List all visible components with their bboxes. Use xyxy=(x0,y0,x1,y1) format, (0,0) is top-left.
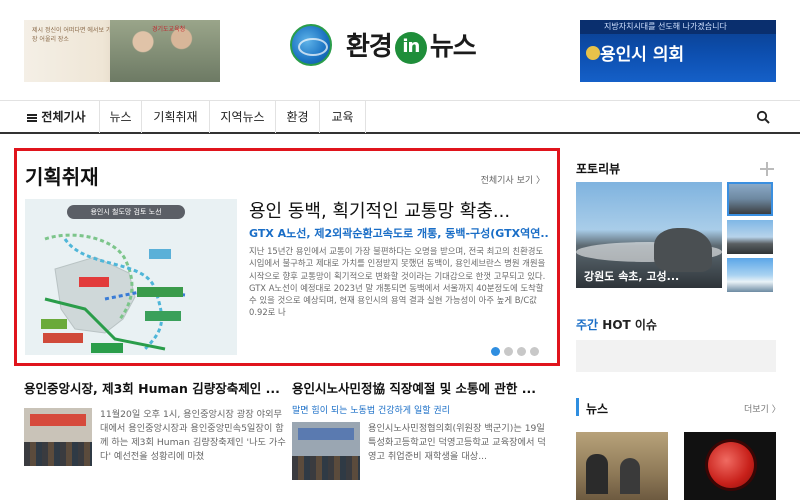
photo-thumbnail[interactable] xyxy=(727,182,773,216)
hot-label: HOT 이슈 xyxy=(602,318,657,332)
carousel-dot[interactable] xyxy=(491,347,500,356)
featured-body: 지난 15년간 용인에서 교통이 가장 불편하다는 오명을 받으며, 전국 최고… xyxy=(249,246,546,318)
news-accent-bar xyxy=(576,398,579,416)
rock-shape xyxy=(654,228,712,272)
person-shape xyxy=(620,458,640,494)
weekly-hot-title: 주간 HOT 이슈 xyxy=(576,316,657,333)
carousel-dot[interactable] xyxy=(517,347,526,356)
site-header: 제시 정신이 어떠다면 에서보 가장 어울리 장소 경기도교육청 환경 in 뉴스 … xyxy=(0,0,800,100)
logo-text: 환경 in 뉴스 xyxy=(346,26,477,64)
carousel-dots xyxy=(491,341,543,360)
nav-item-environment[interactable]: 환경 xyxy=(276,101,320,133)
left-ad-banner[interactable]: 제시 정신이 어떠다면 에서보 가장 어울리 장소 경기도교육청 xyxy=(24,20,220,82)
featured-subtitle[interactable]: GTX A노선, 제2외곽순환고속도로 개통, 동백-구성(GTX역연... xyxy=(249,225,549,241)
photo-review-title: 포토리뷰 xyxy=(576,162,621,176)
person-shape xyxy=(586,454,608,494)
audience-photo xyxy=(292,456,360,480)
hot-prefix: 주간 xyxy=(576,318,599,332)
search-icon[interactable] xyxy=(756,110,770,124)
nav-all-label: 전체기사 xyxy=(41,110,86,124)
article-headline[interactable]: 용인시노사민정協 직장예절 및 소통에 관한 ... xyxy=(292,378,556,397)
main-nav: 전체기사 뉴스 기획취재 지역뉴스 환경 교육 xyxy=(0,100,800,134)
carousel-dot[interactable] xyxy=(530,347,539,356)
nav-item-news[interactable]: 뉴스 xyxy=(100,101,142,133)
carousel-dot[interactable] xyxy=(504,347,513,356)
plus-icon[interactable] xyxy=(760,162,774,176)
news-thumbnail[interactable] xyxy=(576,432,668,500)
right-banner-main-text: 용인시 의회 xyxy=(600,45,685,65)
article-snippet: 11월20일 오후 1시, 용인중앙시장 광장 야외무대에서 용인중앙시장과 용… xyxy=(100,409,286,462)
article-snippet: 용인시노사민정협의회(위원장 백군기)는 19일 특성화고등학교인 덕영고등학교… xyxy=(368,423,546,462)
left-banner-brand: 경기도교육청 xyxy=(152,26,186,33)
article-headline[interactable]: 용인중앙시장, 제3회 Human 김량장축제인 ... xyxy=(24,378,288,397)
city-seal-icon xyxy=(586,46,600,60)
crowd-photo xyxy=(24,442,92,466)
logo-in-badge: in xyxy=(394,32,427,64)
photo-thumbnail[interactable] xyxy=(727,258,773,292)
event-banner xyxy=(30,414,86,426)
hamburger-icon xyxy=(27,114,38,122)
nav-item-education[interactable]: 교육 xyxy=(320,101,366,133)
nav-item-feature[interactable]: 기획취재 xyxy=(142,101,210,133)
photo-caption: 강원도 속초, 고성... xyxy=(584,270,680,283)
globe-icon xyxy=(290,24,332,66)
view-all-link[interactable]: 전체기사 보기 〉 xyxy=(481,173,545,186)
seminar-banner xyxy=(298,428,354,440)
virus-icon xyxy=(708,442,754,488)
railway-map-image[interactable]: 용인시 철도망 검토 노선 xyxy=(25,199,237,355)
logo-part1: 환경 xyxy=(346,32,393,62)
page: 제시 정신이 어떠다면 에서보 가장 어울리 장소 경기도교육청 환경 in 뉴스 … xyxy=(0,0,800,500)
article-card[interactable]: 용인중앙시장, 제3회 Human 김량장축제인 ... 11월20일 오후 1… xyxy=(24,378,288,466)
news-more-link[interactable]: 더보기 〉 xyxy=(744,402,781,415)
logo-part3: 뉴스 xyxy=(429,32,477,62)
news-title: 뉴스 xyxy=(586,402,609,416)
nav-all-articles[interactable]: 전체기사 xyxy=(14,101,100,133)
photo-review-main[interactable]: 강원도 속초, 고성... xyxy=(576,182,722,288)
photo-thumbnail[interactable] xyxy=(727,220,773,254)
hot-issue-box xyxy=(576,340,776,372)
featured-section: 기획취재 전체기사 보기 〉 용인시 철도망 검토 노선 용인 동백, 획기적인… xyxy=(14,148,560,366)
article-thumbnail[interactable] xyxy=(24,408,92,466)
section-title: 기획취재 xyxy=(25,165,99,189)
left-banner-text: 제시 정신이 어떠다면 에서보 가장 어울리 장소 xyxy=(32,27,112,43)
site-logo[interactable]: 환경 in 뉴스 xyxy=(288,22,510,68)
article-subtitle: 말면 힘이 되는 노동법 건강하게 일할 권리 xyxy=(292,406,450,416)
article-thumbnail[interactable] xyxy=(292,422,360,480)
right-ad-banner[interactable]: 지방자치시대를 선도해 나가겠습니다 용인시 의회 xyxy=(580,20,776,82)
news-thumbnail[interactable] xyxy=(684,432,776,500)
featured-headline[interactable]: 용인 동백, 획기적인 교통망 확충... xyxy=(249,197,549,223)
railway-map-graphic xyxy=(41,233,186,353)
article-card[interactable]: 용인시노사민정協 직장예절 및 소통에 관한 ... 말면 힘이 되는 노동법 … xyxy=(292,378,556,480)
right-banner-top-text: 지방자치시대를 선도해 나가겠습니다 xyxy=(580,20,776,34)
nav-item-local[interactable]: 지역뉴스 xyxy=(210,101,276,133)
